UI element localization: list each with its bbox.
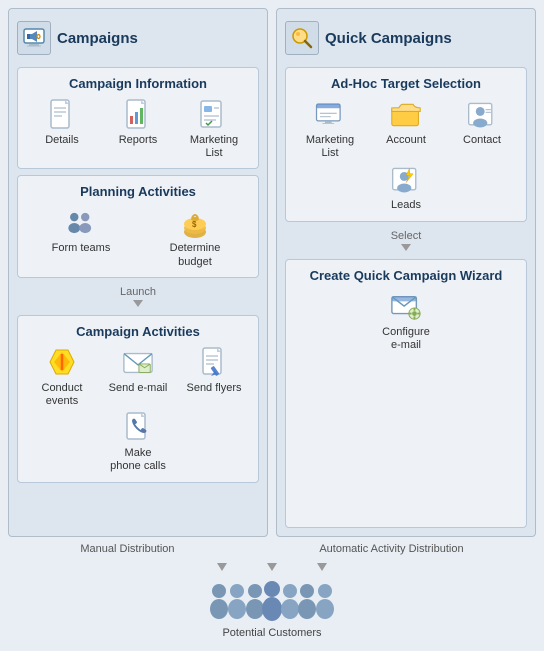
campaign-info-items: Details Report [26, 99, 250, 160]
manual-arrow-icon [217, 563, 227, 571]
make-phone-calls-label: Make phone calls [108, 447, 168, 473]
bottom-arrows-row [217, 563, 327, 571]
configure-email-item[interactable]: Configure e-mail [376, 291, 436, 352]
customers-icon [207, 575, 337, 625]
phone-icon [122, 412, 154, 444]
svg-text:$: $ [192, 220, 197, 229]
campaign-activities-title: Campaign Activities [26, 324, 250, 339]
leads-item[interactable]: Leads [376, 164, 436, 212]
send-email-item[interactable]: Send e-mail [108, 347, 168, 408]
configure-email-icon [390, 291, 422, 323]
contact-icon [466, 99, 498, 131]
reports-item[interactable]: Reports [108, 99, 168, 160]
campaign-activities-box: Campaign Activities Conduct events [17, 315, 259, 483]
account-icon [390, 99, 422, 131]
configure-email-label: Configure e-mail [376, 326, 436, 352]
leads-label: Leads [391, 199, 421, 212]
marketing-list-icon [198, 99, 230, 131]
conduct-events-label: Conduct events [32, 382, 92, 408]
bottom-labels: Manual Distribution Automatic Activity D… [8, 543, 536, 555]
quick-campaigns-header: Quick Campaigns [285, 17, 527, 61]
top-section: Campaigns Campaign Information [8, 8, 536, 537]
account-label: Account [386, 134, 426, 147]
determine-budget-label: Determine budget [165, 242, 225, 268]
adhoc-title: Ad-Hoc Target Selection [294, 76, 518, 91]
contact-item[interactable]: Contact [452, 99, 512, 160]
marketing-list-icon2 [314, 99, 346, 131]
select-arrow: Select [285, 230, 527, 251]
wizard-title: Create Quick Campaign Wizard [294, 268, 518, 283]
form-teams-label: Form teams [52, 242, 111, 255]
launch-arrow: Launch [17, 286, 259, 307]
auto-arrow-icon2 [317, 563, 327, 571]
details-label: Details [45, 134, 79, 147]
quick-campaigns-icon [285, 21, 319, 55]
launch-label: Launch [120, 286, 156, 298]
report-icon [122, 99, 154, 131]
bottom-section: Manual Distribution Automatic Activity D… [8, 537, 536, 643]
planning-activities-box: Planning Activities [17, 175, 259, 277]
quick-campaigns-title: Quick Campaigns [325, 30, 452, 47]
quick-campaigns-column: Quick Campaigns Ad-Hoc Target Selection [276, 8, 536, 537]
send-flyers-label: Send flyers [186, 382, 241, 395]
campaigns-column: Campaigns Campaign Information [8, 8, 268, 537]
planning-activities-items: Form teams $ [26, 207, 250, 268]
marketing-list-item[interactable]: Marketing List [184, 99, 244, 160]
campaign-info-title: Campaign Information [26, 76, 250, 91]
select-label: Select [391, 230, 422, 242]
reports-label: Reports [119, 134, 158, 147]
campaigns-icon [17, 21, 51, 55]
wizard-items: Configure e-mail [294, 291, 518, 352]
adhoc-marketing-list-label: Marketing List [300, 134, 360, 160]
determine-budget-item[interactable]: $ Determine budget [165, 207, 225, 268]
wizard-box: Create Quick Campaign Wizard [285, 259, 527, 528]
auto-arrow-icon [267, 563, 277, 571]
send-flyers-item[interactable]: Send flyers [184, 347, 244, 408]
campaigns-title: Campaigns [57, 30, 138, 47]
launch-arrow-icon [133, 300, 143, 307]
marketing-list-label: Marketing List [184, 134, 244, 160]
events-icon [46, 347, 78, 379]
contact-label: Contact [463, 134, 501, 147]
select-arrow-icon [401, 244, 411, 251]
campaign-info-box: Campaign Information [17, 67, 259, 169]
budget-icon: $ [179, 207, 211, 239]
campaign-activities-items: Conduct events Send e-mail [26, 347, 250, 474]
main-container: Campaigns Campaign Information [0, 0, 544, 651]
potential-customers-label: Potential Customers [222, 627, 321, 639]
auto-distribution-label: Automatic Activity Distribution [319, 543, 463, 555]
manual-distribution-label: Manual Distribution [80, 543, 174, 555]
send-email-label: Send e-mail [109, 382, 168, 395]
leads-icon [390, 164, 422, 196]
adhoc-marketing-list-item[interactable]: Marketing List [300, 99, 360, 160]
phone-calls-item[interactable]: Make phone calls [108, 412, 168, 473]
adhoc-items: Marketing List Account [294, 99, 518, 213]
email-icon [122, 347, 154, 379]
planning-activities-title: Planning Activities [26, 184, 250, 199]
flyers-icon [198, 347, 230, 379]
adhoc-box: Ad-Hoc Target Selection [285, 67, 527, 222]
form-teams-item[interactable]: Form teams [51, 207, 111, 268]
campaigns-header: Campaigns [17, 17, 259, 61]
details-item[interactable]: Details [32, 99, 92, 160]
teams-icon [65, 207, 97, 239]
document-icon [46, 99, 78, 131]
customers-section: Potential Customers [207, 575, 337, 639]
conduct-events-item[interactable]: Conduct events [32, 347, 92, 408]
account-item[interactable]: Account [376, 99, 436, 160]
